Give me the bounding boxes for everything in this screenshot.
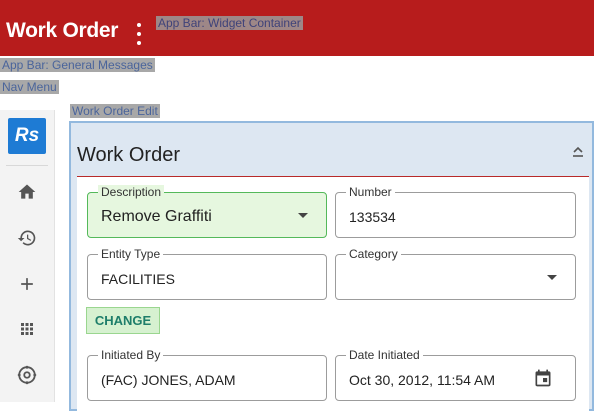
settings-icon[interactable]	[13, 361, 41, 389]
general-messages-label: App Bar: General Messages	[0, 58, 155, 72]
date-initiated-field[interactable]: Date Initiated Oct 30, 2012, 11:54 AM	[335, 348, 576, 401]
app-bar: Work Order App Bar: Widget Container	[0, 0, 594, 56]
description-value: Remove Graffiti	[101, 208, 212, 225]
calendar-icon[interactable]	[533, 368, 553, 388]
logo[interactable]: Rs	[8, 118, 46, 154]
apps-grid-icon[interactable]	[13, 315, 41, 343]
number-field[interactable]: Number 133534	[335, 185, 576, 238]
entity-type-value: FACILITIES	[101, 271, 175, 287]
app-title: Work Order	[6, 19, 119, 42]
description-label: Description	[98, 185, 165, 199]
category-label: Category	[346, 247, 401, 261]
date-initiated-label: Date Initiated	[346, 348, 423, 362]
date-initiated-value: Oct 30, 2012, 11:54 AM	[349, 372, 496, 388]
chevron-down-icon	[298, 213, 308, 218]
sidebar-divider	[6, 165, 48, 166]
initiated-by-label: Initiated By	[98, 348, 164, 362]
home-icon[interactable]	[13, 178, 41, 206]
description-select[interactable]: Description Remove Graffiti	[87, 185, 327, 238]
entity-type-field[interactable]: Entity Type FACILITIES	[87, 247, 327, 300]
sidebar: Rs	[0, 110, 55, 402]
change-button[interactable]: CHANGE	[86, 307, 160, 334]
add-icon[interactable]	[13, 270, 41, 298]
history-icon[interactable]	[13, 224, 41, 252]
work-order-edit-label: Work Order Edit	[70, 104, 160, 118]
entity-type-label: Entity Type	[98, 247, 164, 261]
more-vert-icon[interactable]	[132, 23, 146, 45]
nav-menu-label: Nav Menu	[0, 80, 59, 94]
number-value: 133534	[349, 209, 396, 225]
chevron-down-icon	[547, 275, 557, 280]
category-select[interactable]: Category	[335, 247, 576, 300]
widget-container-label: App Bar: Widget Container	[156, 16, 303, 30]
collapse-icon[interactable]	[572, 145, 584, 159]
number-label: Number	[346, 185, 395, 199]
panel-title: Work Order	[77, 144, 180, 166]
initiated-by-value: (FAC) JONES, ADAM	[101, 372, 236, 388]
initiated-by-field[interactable]: Initiated By (FAC) JONES, ADAM	[87, 348, 327, 401]
